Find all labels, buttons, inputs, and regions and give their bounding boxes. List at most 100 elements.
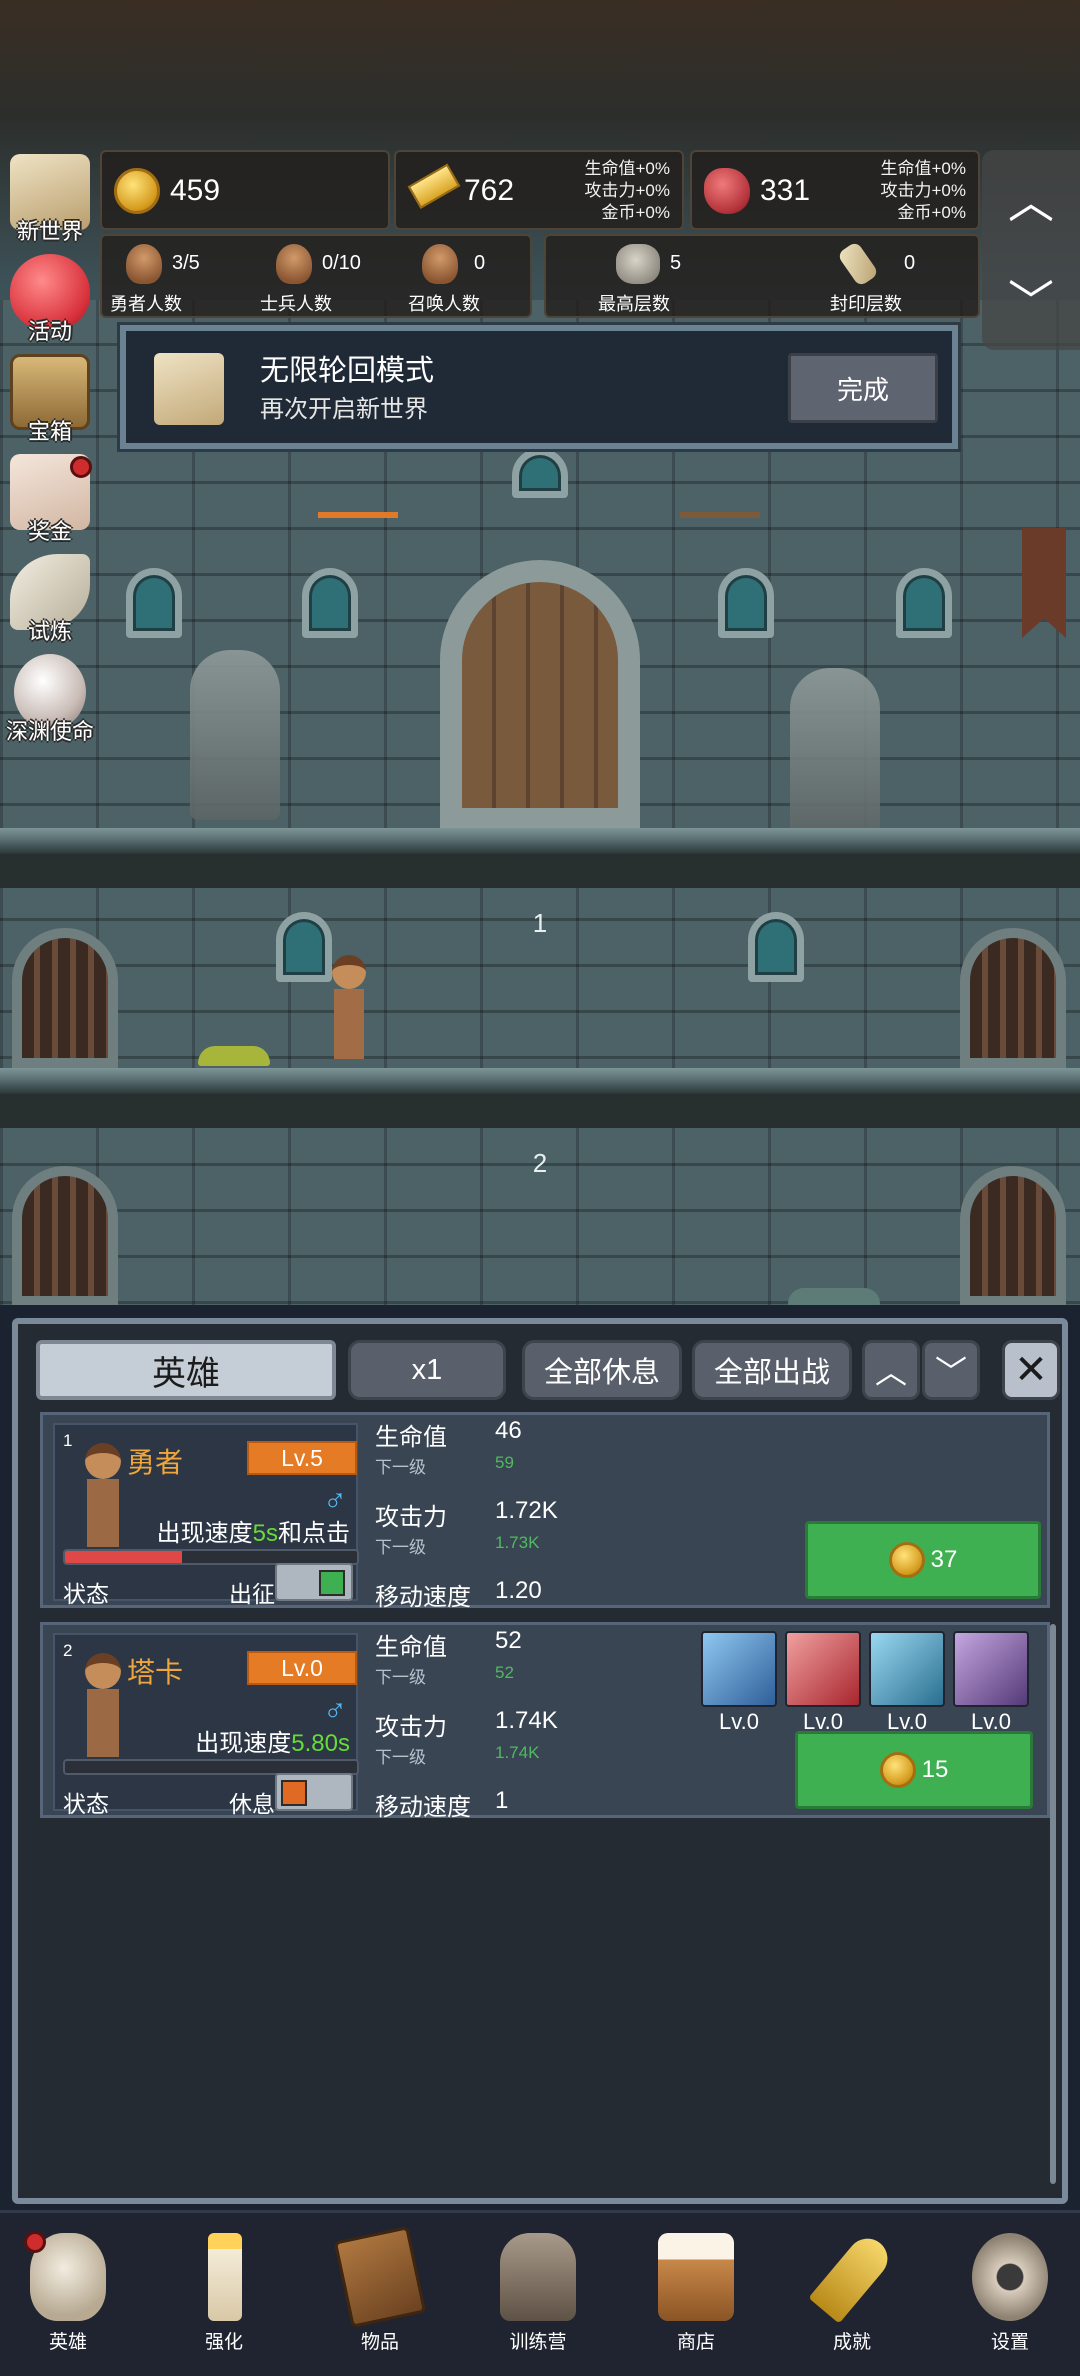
panel-up-button[interactable]: ︿ xyxy=(862,1340,920,1400)
rock-icon xyxy=(616,244,660,284)
bonus-atk: 攻击力+0% xyxy=(880,181,967,200)
hero-count[interactable]: 3/5 勇者人数 xyxy=(106,236,246,320)
floor-number: 2 xyxy=(532,1148,548,1178)
hp-label: 生命值 xyxy=(375,1634,447,1661)
atk-label: 攻击力 xyxy=(375,1504,447,1531)
deploy-toggle[interactable] xyxy=(275,1563,353,1601)
speed-button[interactable]: x1 xyxy=(348,1340,506,1400)
hero-state: 休息 xyxy=(229,1791,275,1817)
window xyxy=(276,912,332,982)
hero-card[interactable]: 2 塔卡 Lv.0 ♂ 出现速度5.80s 状态 休息 生命值 52 下一级 5… xyxy=(40,1622,1050,1821)
gold-bar-counter[interactable]: 762 生命值+0% 攻击力+0% 金币+0% xyxy=(394,150,684,230)
soldier-count[interactable]: 0/10 士兵人数 xyxy=(252,236,392,320)
next-level-label: 下一级 xyxy=(375,1748,426,1767)
hero-head-icon xyxy=(126,244,162,284)
upgrade-cost: 15 xyxy=(921,1756,949,1783)
side-label: 试炼 xyxy=(27,619,72,644)
sealed-floor-value: 0 xyxy=(904,252,916,274)
upgrade-hero-button[interactable]: 15 xyxy=(795,1731,1033,1809)
floor-ledge xyxy=(0,828,1080,854)
hero-index: 2 xyxy=(63,1641,73,1660)
hp-next-value: 59 xyxy=(495,1453,514,1472)
side-label: 奖金 xyxy=(27,519,72,544)
hero-card[interactable]: 1 勇者 Lv.5 ♂ 出现速度5s和点击 状态 出征 生命值 46 下一级 5… xyxy=(40,1412,1050,1611)
ruby-counter[interactable]: 331 生命值+0% 攻击力+0% 金币+0% xyxy=(690,150,980,230)
toggle-knob xyxy=(281,1780,307,1806)
candle-icon xyxy=(208,2233,242,2321)
soldier-count-label: 士兵人数 xyxy=(260,294,332,314)
gold-bar-bonus: 生命值+0% 攻击力+0% 金币+0% xyxy=(585,158,671,224)
summon-head-icon xyxy=(422,244,458,284)
toggle-knob xyxy=(319,1570,345,1596)
coin-counter[interactable]: 459 xyxy=(100,150,390,230)
hero-name: 勇者 xyxy=(127,1447,184,1478)
boot-icon xyxy=(869,1631,945,1707)
move-speed-value: 1 xyxy=(495,1787,509,1814)
nav-training[interactable]: 训练营 xyxy=(478,2223,598,2363)
side-label: 新世界 xyxy=(16,219,83,244)
upgrade-hero-button[interactable]: 37 xyxy=(805,1521,1041,1599)
window xyxy=(512,448,568,498)
bonus-coin: 金币+0% xyxy=(601,203,671,222)
hero-count-value: 3/5 xyxy=(172,252,200,274)
atk-label: 攻击力 xyxy=(375,1714,447,1741)
window xyxy=(896,568,952,638)
barred-door xyxy=(12,928,118,1068)
skill-slot[interactable]: Lv.0 xyxy=(701,1631,777,1737)
close-icon[interactable]: ✕ xyxy=(1002,1340,1060,1400)
tab-heroes[interactable]: 英雄 xyxy=(36,1340,336,1400)
side-chest-button[interactable]: 宝箱 xyxy=(0,350,100,446)
max-floor[interactable]: 5 最高层数 xyxy=(566,236,746,320)
nav-settings[interactable]: 设置 xyxy=(950,2223,1070,2363)
gear-icon xyxy=(972,2233,1048,2321)
scroll-down-button[interactable]: ﹀ xyxy=(982,250,1080,348)
castle-gate xyxy=(440,560,640,830)
unit-counts: 3/5 勇者人数 0/10 士兵人数 0 召唤人数 xyxy=(100,234,532,318)
hammer-icon xyxy=(953,1631,1029,1707)
rest-all-button[interactable]: 全部休息 xyxy=(522,1340,682,1400)
speed-value: 5s xyxy=(252,1520,278,1547)
panel-down-button[interactable]: ﹀ xyxy=(922,1340,980,1400)
floor-shadow xyxy=(0,1094,1080,1128)
skill-slot[interactable]: Lv.0 xyxy=(953,1631,1029,1737)
next-level-label: 下一级 xyxy=(375,1538,426,1557)
hero-spawn-speed: 出现速度5.80s xyxy=(195,1723,350,1758)
sealed-floor[interactable]: 0 封印层数 xyxy=(776,236,956,320)
nav-items[interactable]: 物品 xyxy=(320,2223,440,2363)
nav-heroes[interactable]: 英雄 xyxy=(8,2223,128,2363)
nav-label: 设置 xyxy=(990,2332,1029,2353)
side-event-button[interactable]: 活动 xyxy=(0,250,100,346)
panel-scrollbar[interactable] xyxy=(1050,1624,1056,2184)
nav-enhance[interactable]: 强化 xyxy=(164,2223,284,2363)
notification-dot xyxy=(24,2231,46,2253)
summon-count-label: 召唤人数 xyxy=(408,294,480,314)
side-trial-button[interactable]: 试炼 xyxy=(0,550,100,646)
window xyxy=(126,568,182,638)
hero-avatar xyxy=(75,1653,131,1763)
hero-level-badge: Lv.0 xyxy=(247,1651,357,1685)
hp-label: 生命值 xyxy=(375,1424,447,1451)
ruby-bonus: 生命值+0% 攻击力+0% 金币+0% xyxy=(881,158,967,224)
hero-panel: 英雄 x1 全部休息 全部出战 ︿ ﹀ ✕ 1 勇者 Lv.5 ♂ 出现速度5s… xyxy=(12,1318,1068,2204)
scroll-up-button[interactable]: ︿ xyxy=(982,150,1080,248)
side-bonus-button[interactable]: 奖金 xyxy=(0,450,100,546)
side-new-world-button[interactable]: 新世界 xyxy=(0,150,100,246)
hero-name: 塔卡 xyxy=(127,1657,184,1688)
skill-slot[interactable]: Lv.0 xyxy=(785,1631,861,1737)
mission-complete-button[interactable]: 完成 xyxy=(788,353,938,423)
nav-shop[interactable]: 商店 xyxy=(636,2223,756,2363)
atk-value: 1.72K xyxy=(495,1497,558,1524)
hero-state: 出征 xyxy=(229,1581,275,1607)
side-abyss-button[interactable]: 深渊使命 xyxy=(0,650,100,746)
hero-spawn-speed: 出现速度5s和点击 xyxy=(157,1513,350,1548)
deploy-all-button[interactable]: 全部出战 xyxy=(692,1340,852,1400)
slime-enemy xyxy=(198,1046,270,1066)
deploy-toggle[interactable] xyxy=(275,1773,353,1811)
move-speed-value: 1.20 xyxy=(495,1577,542,1604)
floor-ledge xyxy=(0,1068,1080,1094)
move-speed-label: 移动速度 xyxy=(375,1794,471,1821)
mission-title: 无限轮回模式 xyxy=(260,355,435,387)
skill-slot[interactable]: Lv.0 xyxy=(869,1631,945,1737)
summon-count[interactable]: 0 召唤人数 xyxy=(398,236,530,320)
nav-achievements[interactable]: 成就 xyxy=(792,2223,912,2363)
